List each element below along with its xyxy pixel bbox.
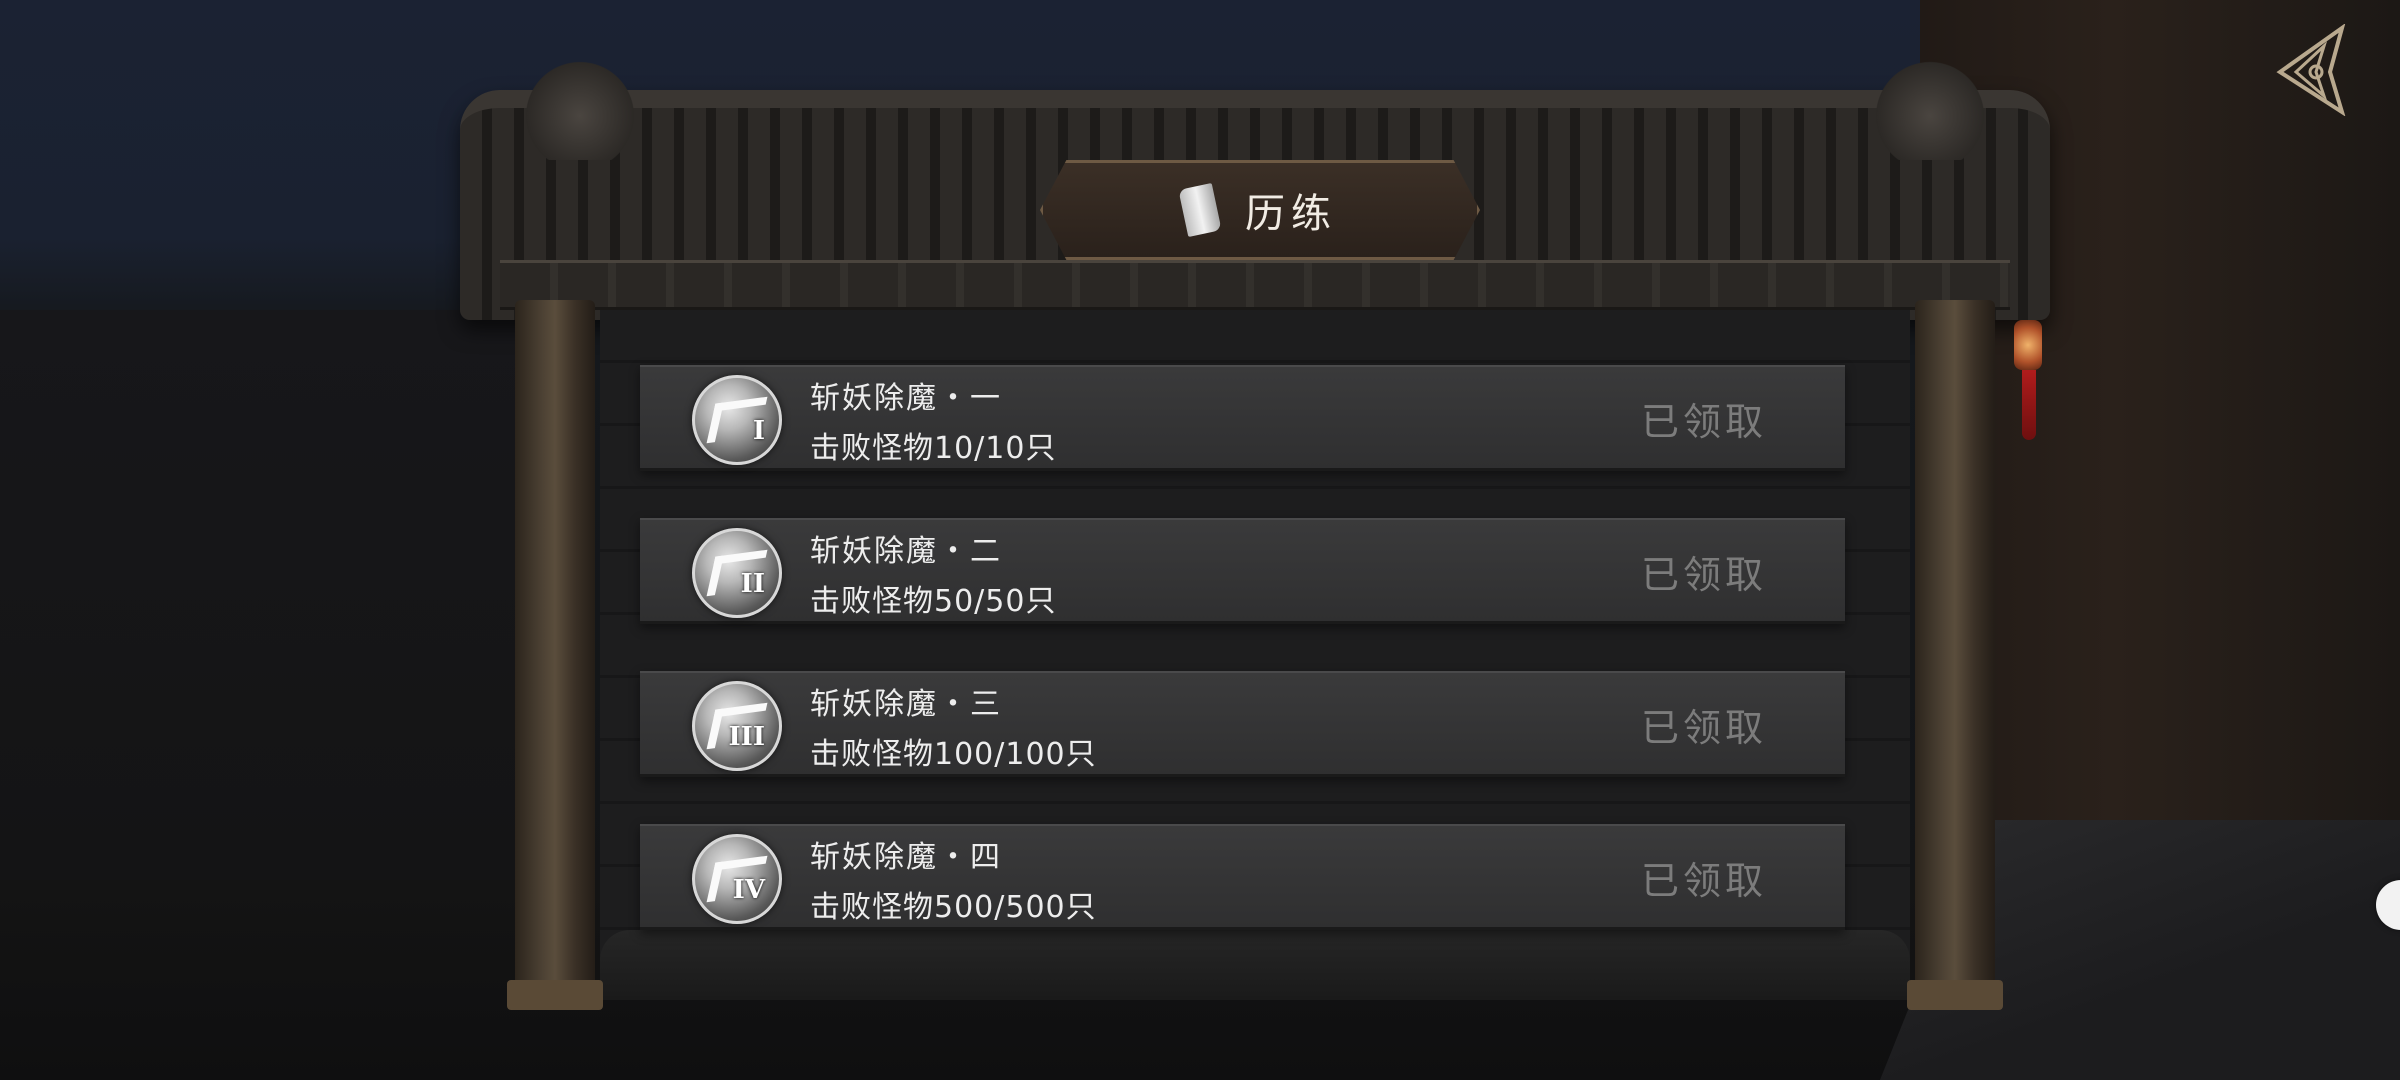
- task-progress: 击败怪物50/50只: [810, 584, 1057, 619]
- task-row[interactable]: IV 斩妖除魔・四 击败怪物500/500只 已领取: [640, 824, 1845, 930]
- task-row[interactable]: II 斩妖除魔・二 击败怪物50/50只 已领取: [640, 518, 1845, 624]
- task-row[interactable]: I 斩妖除魔・一 击败怪物10/10只 已领取: [640, 365, 1845, 471]
- page-title: 历练: [1245, 191, 1337, 237]
- task-progress: 击败怪物500/500只: [810, 890, 1097, 925]
- pillar-base: [507, 980, 603, 1010]
- rank-badge-icon: I: [692, 375, 782, 465]
- pillar-base: [1907, 980, 2003, 1010]
- task-list: I 斩妖除魔・一 击败怪物10/10只 已领取 II 斩妖除魔・二 击败怪物50…: [640, 365, 1845, 977]
- badge-numeral: III: [728, 722, 766, 752]
- dragon-ornament-left: [520, 50, 640, 160]
- badge-numeral: I: [752, 416, 765, 446]
- rank-badge-icon: III: [692, 681, 782, 771]
- roof-decor-band: [500, 260, 2010, 310]
- task-row[interactable]: III 斩妖除魔・三 击败怪物100/100只 已领取: [640, 671, 1845, 777]
- back-button[interactable]: [2270, 22, 2350, 118]
- task-name: 斩妖除魔・一: [810, 381, 1002, 416]
- task-name: 斩妖除魔・二: [810, 534, 1002, 569]
- lantern-tassel: [2022, 370, 2036, 440]
- rank-badge-icon: IV: [692, 834, 782, 924]
- task-progress: 击败怪物10/10只: [810, 431, 1057, 466]
- task-name: 斩妖除魔・四: [810, 840, 1002, 875]
- task-name: 斩妖除魔・三: [810, 687, 1002, 722]
- back-arrow-icon: [2276, 24, 2346, 116]
- rank-badge-icon: II: [692, 528, 782, 618]
- title-plaque: 历练: [1040, 160, 1480, 260]
- claimed-status: 已领取: [1640, 553, 1767, 597]
- lantern-icon: [2014, 320, 2042, 370]
- task-progress: 击败怪物100/100只: [810, 737, 1097, 772]
- scroll-icon: [1178, 182, 1222, 238]
- badge-numeral: IV: [732, 875, 765, 905]
- pillar-right: [1907, 300, 2003, 1010]
- claimed-status: 已领取: [1640, 400, 1767, 444]
- claimed-status: 已领取: [1640, 706, 1767, 750]
- claimed-status: 已领取: [1640, 859, 1767, 903]
- badge-numeral: II: [740, 569, 765, 599]
- pillar-left: [507, 300, 603, 1010]
- dragon-ornament-right: [1870, 50, 1990, 160]
